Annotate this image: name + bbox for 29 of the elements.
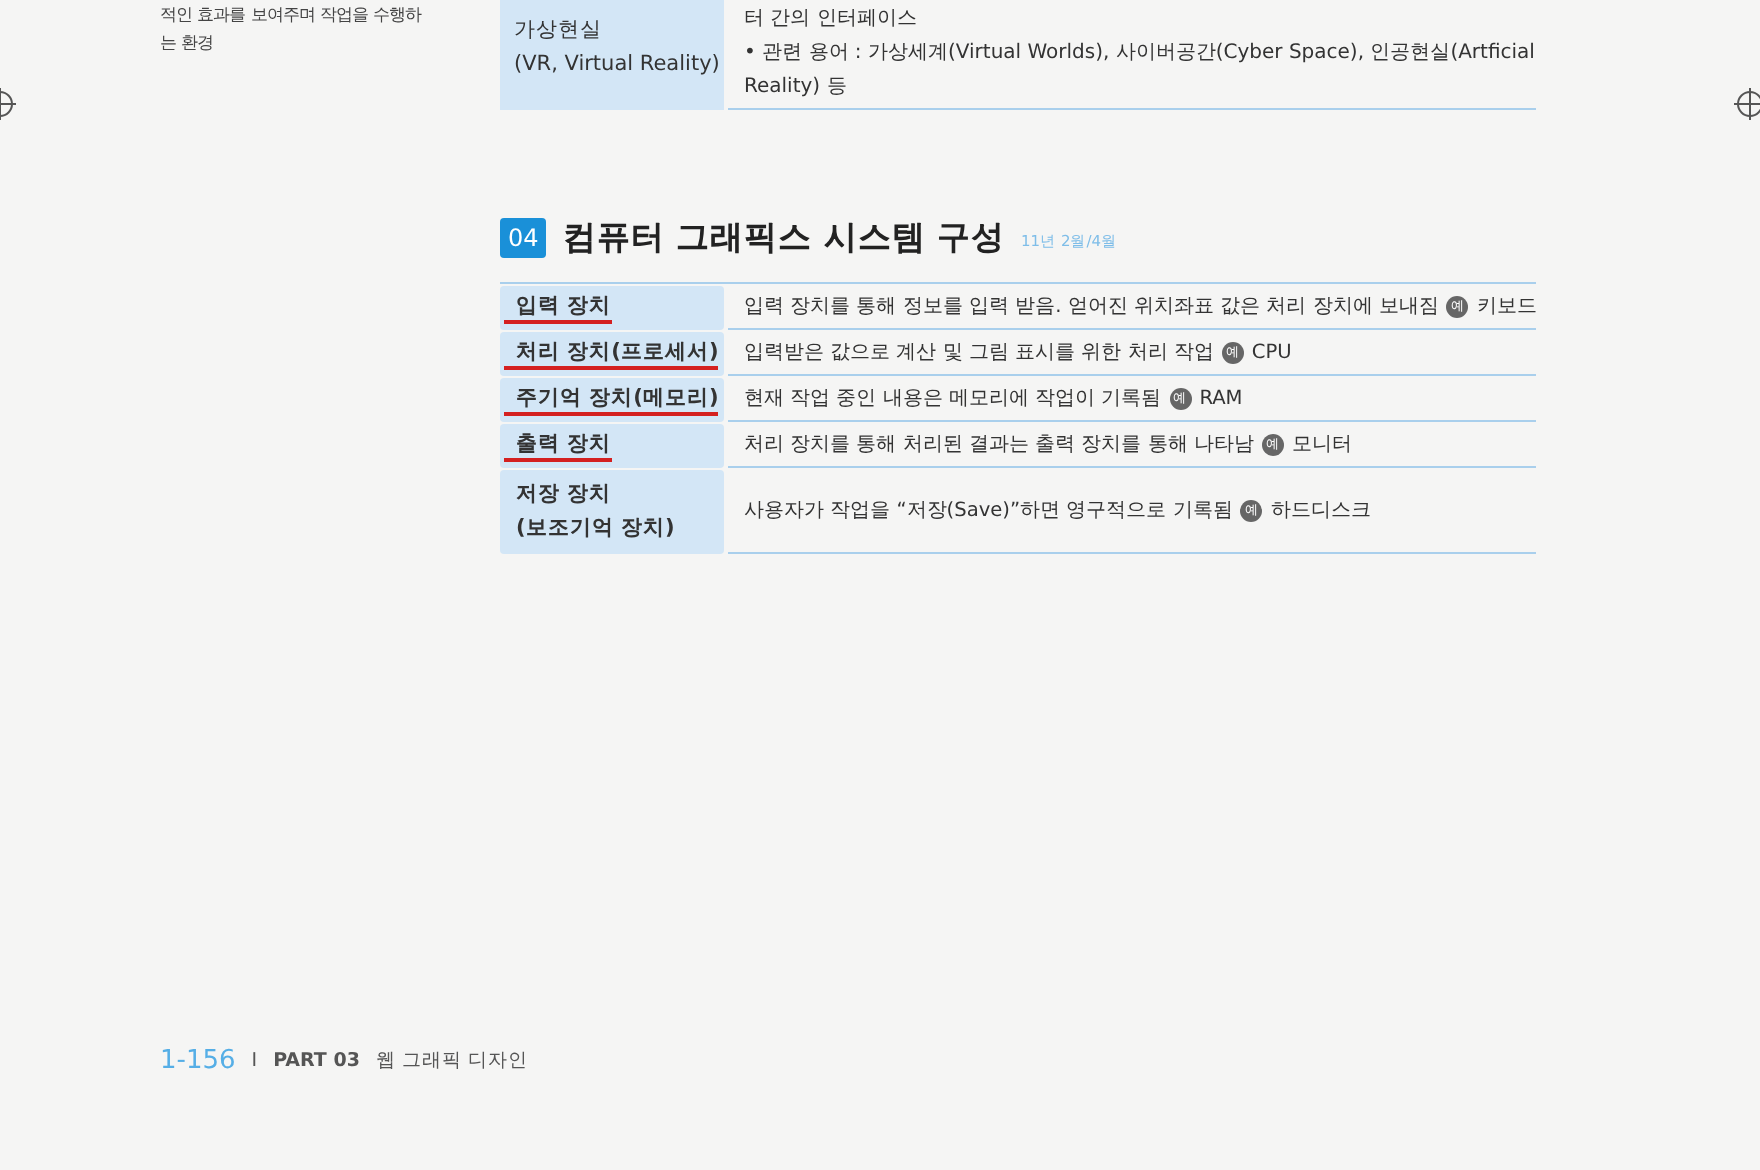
separator: I bbox=[251, 1050, 258, 1072]
example-text: CPU bbox=[1251, 342, 1292, 364]
underlined-term: 처리 장치(프로세서) bbox=[504, 339, 719, 369]
page-number: 1-156 bbox=[160, 1046, 236, 1076]
description-text: 터 간의 인터페이스 bbox=[744, 6, 919, 34]
description-text: 사용자가 작업을 “저장(Save)”하면 영구적으로 기록됨 bbox=[744, 498, 1233, 524]
term-text: 저장 장치 bbox=[516, 480, 612, 510]
description-text: • 관련 용어 : 가상세계(Virtual Worlds), 사이버공간(Cyber Space), 인공현실(Artficial Reality) 등 bbox=[744, 40, 1536, 102]
description-text: 입력 장치를 통해 정보를 입력 받음. 얻어진 위치좌표 값은 처리 장치에 보내짐 bbox=[744, 294, 1439, 320]
term-text: (VR, Virtual Reality) bbox=[514, 50, 722, 80]
example-text: 모니터 bbox=[1291, 432, 1352, 458]
registration-mark-icon bbox=[1734, 88, 1760, 120]
description-text: 현재 작업 중인 내용은 메모리에 작업이 기록됨 bbox=[744, 386, 1162, 412]
example-text: 하드디스크 bbox=[1270, 498, 1371, 524]
side-note-line: 는 환경 bbox=[160, 30, 216, 56]
section-number: 04 bbox=[500, 218, 547, 258]
part-label: PART 03 bbox=[273, 1050, 360, 1072]
example-text: 키보드 bbox=[1476, 294, 1537, 320]
underlined-term: 주기억 장치(메모리) bbox=[504, 385, 719, 415]
side-note-line: 적인 효과를 보여주며 작업을 수행하 bbox=[160, 2, 424, 28]
description-text: 입력받은 값으로 계산 및 그림 표시를 위한 처리 작업 bbox=[744, 340, 1214, 366]
underlined-term: 입력 장치 bbox=[504, 293, 612, 323]
underlined-term: 출력 장치 bbox=[504, 431, 612, 461]
term-text: (보조기억 장치) bbox=[516, 514, 675, 544]
example-text: RAM bbox=[1199, 388, 1243, 410]
section-title: 컴퓨터 그래픽스 시스템 구성 bbox=[562, 216, 1006, 260]
chapter-title: 웹 그래픽 디자인 bbox=[375, 1048, 528, 1074]
term-text: 가상현실 bbox=[514, 16, 604, 46]
description-text: 처리 장치를 통해 처리된 결과는 출력 장치를 통해 나타남 bbox=[744, 432, 1254, 458]
